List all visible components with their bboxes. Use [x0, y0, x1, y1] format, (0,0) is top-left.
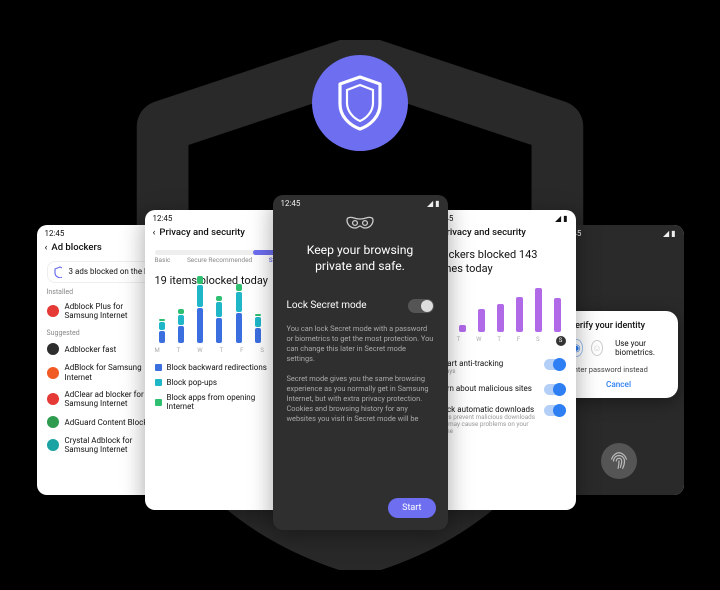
hero-shield-badge	[312, 55, 408, 151]
dialog-sub: Use your biometrics.	[615, 339, 667, 357]
status-icons: ◢ ▮	[427, 199, 440, 208]
app-icon	[47, 439, 59, 451]
lock-secret-label: Lock Secret mode	[287, 300, 367, 311]
back-icon[interactable]: ‹	[45, 242, 48, 253]
cancel-button[interactable]: Cancel	[570, 380, 668, 390]
list-item[interactable]: Crystal Adblock for Samsung Internet	[47, 432, 157, 458]
status-icons: ◢ ▮	[555, 214, 568, 223]
verify-identity-dialog: Verify your identity ◉ ☺ Use your biomet…	[560, 311, 678, 398]
screen-trackers: 12:45◢ ▮ ‹ Privacy and security trackers…	[426, 210, 576, 510]
legend-item: Block pop-ups	[155, 375, 285, 390]
section-suggested: Suggested	[47, 329, 157, 337]
blocked-chart	[155, 293, 285, 343]
enter-password-link[interactable]: Enter password instead	[570, 365, 668, 374]
section-installed: Installed	[47, 288, 157, 296]
dialog-title: Verify your identity	[570, 321, 668, 331]
setting-row[interactable]: Warn about malicious sites	[436, 379, 566, 400]
shield-icon	[335, 74, 385, 132]
toggle[interactable]	[544, 384, 566, 395]
start-button[interactable]: Start	[388, 498, 435, 518]
blocked-headline: 19 items blocked today	[155, 274, 285, 287]
page-title: Ad blockers	[51, 242, 101, 253]
page-title: Privacy and security	[159, 227, 245, 238]
fingerprint-sensor-icon[interactable]	[601, 443, 637, 479]
list-item[interactable]: Adblock Plus for Samsung Internet	[47, 298, 157, 324]
secret-para-2: Secret mode gives you the same browsing …	[273, 369, 448, 429]
list-item[interactable]: AdClear ad blocker for Samsung Internet	[47, 386, 157, 412]
legend-item: Block backward redirections	[155, 360, 285, 375]
trackers-chart	[436, 282, 566, 332]
setting-row[interactable]: Smart anti-trackingAlways	[436, 354, 566, 380]
lock-secret-toggle[interactable]	[408, 299, 434, 313]
app-icon	[47, 416, 59, 428]
ads-blocked-banner: 3 ads blocked on the last page	[68, 267, 149, 276]
screen-secret-mode: 12:45◢ ▮ Keep your browsing private and …	[273, 195, 448, 530]
protection-level-bar[interactable]	[155, 250, 285, 255]
back-icon[interactable]: ‹	[153, 227, 156, 238]
app-icon	[47, 367, 59, 379]
mask-icon	[345, 216, 375, 232]
app-icon	[47, 305, 59, 317]
face-option[interactable]: ☺	[591, 340, 603, 356]
toggle[interactable]	[544, 405, 566, 416]
shield-small-icon	[54, 266, 63, 278]
list-item[interactable]: Adblocker fast	[47, 339, 157, 359]
app-icon	[47, 343, 59, 355]
secret-heading: Keep your browsing private and safe.	[291, 242, 430, 275]
legend-item: Block apps from opening Internet	[155, 390, 285, 414]
page-title: Privacy and security	[440, 227, 526, 238]
list-item[interactable]: AdGuard Content Blocker	[47, 412, 157, 432]
list-item[interactable]: AdBlock for Samsung Internet	[47, 359, 157, 385]
app-icon	[47, 393, 59, 405]
secret-para-1: You can lock Secret mode with a password…	[273, 319, 448, 369]
trackers-headline: trackers blocked 143 times today	[436, 248, 566, 276]
toggle[interactable]	[544, 359, 566, 370]
setting-row[interactable]: Block automatic downloadsHelps prevent m…	[436, 400, 566, 440]
status-icons: ◢ ▮	[663, 229, 676, 238]
phone-showcase: 12:45◢ ▮ ‹ Ad blockers 3 ads blocked on …	[0, 195, 720, 530]
